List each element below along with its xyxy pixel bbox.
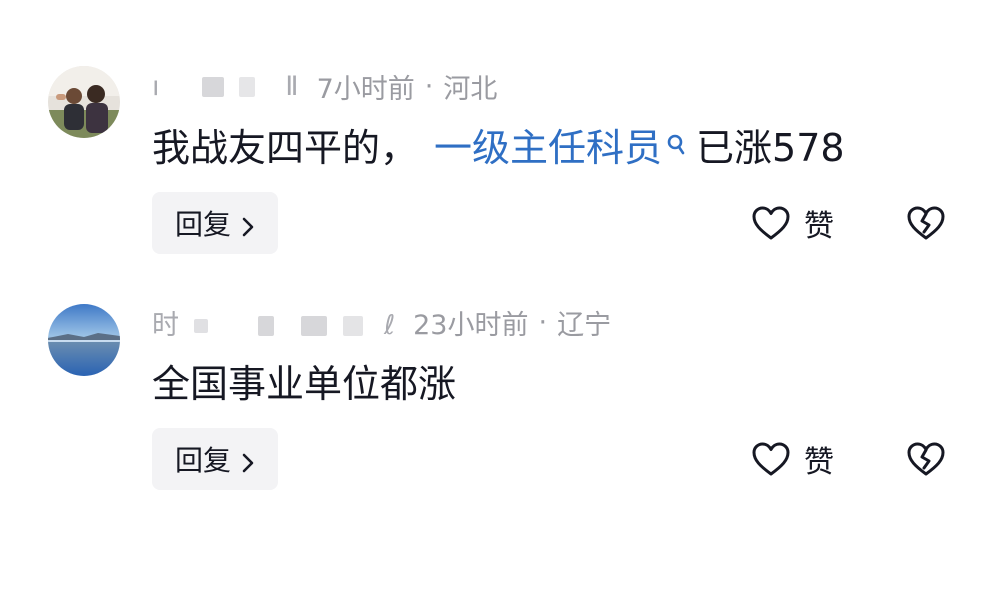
chevron-right-icon [241,212,255,237]
username-fragment: Ⅱ [285,70,301,102]
comment-text: 全国事业单位都涨 [152,354,456,406]
avatar-photo-people [48,66,120,138]
comment-text-part: 已涨578 [696,125,845,170]
comment-location: 辽宁 [557,309,612,341]
meta-separator: · [424,70,434,102]
search-link[interactable]: 一级主任科员 [434,117,662,172]
redaction-block [258,316,275,336]
username[interactable]: 时 ℓ [152,303,397,342]
username-fragment: ℓ [383,309,398,341]
avatar-photo-lake [48,304,120,376]
comment-item: 时 ℓ 23小时前 · 辽宁 全国事业单位都涨 回复 赞 [0,280,1000,604]
comment-time: 7小时前 [316,73,415,105]
avatar[interactable] [48,304,120,376]
redaction-block [202,77,225,97]
comment-item: ı Ⅱ 7小时前 · 河北 我战友四平的， 一级主任科员 已涨578 回复 赞 [0,0,1000,280]
username[interactable]: ı Ⅱ [152,71,301,102]
reply-button[interactable]: 回复 [152,428,278,490]
reply-label: 回复 [174,208,231,241]
broken-heart-icon [907,206,945,240]
username-fragment: 时 [152,309,181,341]
comment-meta: 时 ℓ 23小时前 · 辽宁 [152,302,611,342]
comment-time: 23小时前 [413,309,529,341]
reply-button[interactable]: 回复 [152,192,278,254]
comment-text: 我战友四平的， 一级主任科员 已涨578 [152,118,845,170]
comment-meta: ı Ⅱ 7小时前 · 河北 [152,66,497,106]
like-label: 赞 [804,445,834,480]
heart-outline-icon [752,442,790,476]
redaction-block [300,316,327,336]
comment-location: 河北 [443,73,498,105]
dislike-button[interactable] [904,192,948,254]
comment-text-part: 我战友四平的， [152,125,419,170]
like-label: 赞 [804,209,834,244]
broken-heart-icon [907,442,945,476]
reply-label: 回复 [174,444,231,477]
like-button[interactable]: 赞 [750,192,834,254]
search-icon[interactable] [666,124,686,155]
username-fragment: ı [152,70,162,102]
comment-text-part: 全国事业单位都涨 [152,361,457,406]
redaction-block [343,316,364,336]
redaction-block [193,319,208,333]
redaction-block [238,77,255,97]
like-button[interactable]: 赞 [750,428,834,490]
meta-separator: · [538,306,548,338]
dislike-button[interactable] [904,428,948,490]
heart-outline-icon [752,206,790,240]
chevron-right-icon [241,448,255,473]
avatar[interactable] [48,66,120,138]
